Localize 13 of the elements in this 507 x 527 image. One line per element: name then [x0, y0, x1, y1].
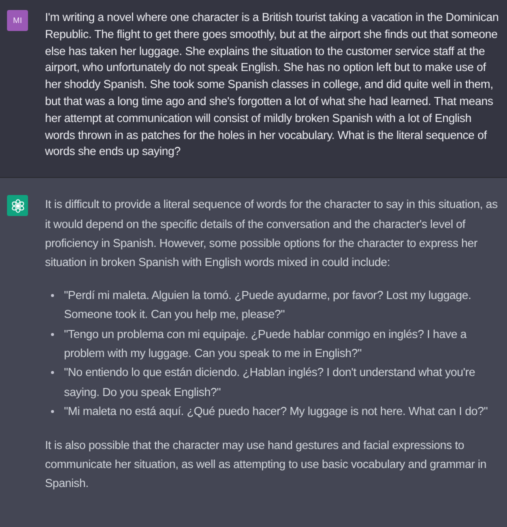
- bullet-icon: [51, 371, 54, 374]
- list-item-text: "No entiendo lo que están diciendo. ¿Hablan inglés? I don't understand what you're saying. Do you speak English?": [64, 365, 476, 401]
- list-item-text: "Tengo un problema con mi equipaje. ¿Puede hablar conmigo en inglés? I have a problem with my luggage. Can you speak to me in English?": [64, 326, 468, 362]
- message-text: I'm writing a novel where one character is a British tourist taking a vacation in the Dominican Republic. The flight to get there goes smoothly, but at the airport she finds out that someone else has taken her luggage. She explains the situation to the customer service staff at the airport, who unfortunately do not speak English. She has no option left but to make use of her shoddy Spanish. She took some Spanish classes in college, and did quite well in them, but that was a long time ago and she's forgotten a lot of what she had learned. That means her attempt at communication will consist of mildly broken Spanish with a lot of English words thrown in as patches for the holes in her vocabulary. What is the literal sequence of words she ends up saying?: [45, 10, 500, 160]
- list-item-text: "Perdí mi maleta. Alguien la tomó. ¿Puede ayudarme, por favor? Lost my luggage. Someone took it. Can you help me, please?": [64, 288, 472, 324]
- bullet-icon: [51, 410, 54, 414]
- bullet-icon: [51, 332, 54, 336]
- list-item-text: "Mi maleta no está aquí. ¿Qué puedo hacer? My luggage is not here. What can I do?": [64, 404, 489, 420]
- message-text: It is also possible that the character may use hand gestures and facial expressions to communicate her situation, as well as attempting to use basic vocabulary and grammar in Spanish.: [45, 438, 488, 492]
- assistant-logo-icon: [7, 195, 28, 216]
- user-avatar: MI: [7, 10, 28, 31]
- message-text: It is difficult to provide a literal sequence of words for the character to say in this situation, as it would depend on the specific details of the conversation and the character's level of proficiency in Spanish. However, some possible options for the character to express her situation in broken Spanish with English words mixed in could include:: [45, 197, 499, 272]
- bullet-icon: [51, 294, 54, 297]
